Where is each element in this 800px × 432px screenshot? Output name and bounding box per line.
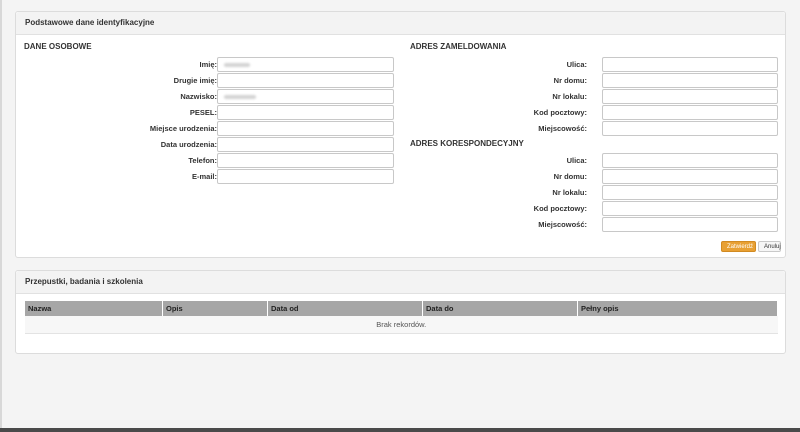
- field-row-reg-street: Ulica:: [416, 57, 778, 72]
- corr-house-label: Nr domu:: [553, 172, 587, 181]
- corr-house-input[interactable]: [602, 169, 778, 184]
- field-row-birth-place: Miejsce urodzenia:: [31, 121, 394, 136]
- field-row-reg-apartment: Nr lokalu:: [416, 89, 778, 104]
- corr-street-label: Ulica:: [566, 156, 587, 165]
- field-row-email: E-mail:: [31, 169, 394, 184]
- field-row-phone: Telefon:: [31, 153, 394, 168]
- cancel-button[interactable]: Anuluj: [758, 241, 781, 252]
- bottom-bar: [0, 428, 800, 432]
- corr-city-label: Miejscowość:: [538, 220, 587, 229]
- field-row-first-name: Imię:: [31, 57, 394, 72]
- reg-postal-input[interactable]: [602, 105, 778, 120]
- field-row-pesel: PESEL:: [31, 105, 394, 120]
- reg-street-label: Ulica:: [566, 60, 587, 69]
- field-row-corr-city: Miejscowość:: [416, 217, 778, 232]
- identity-panel: Podstawowe dane identyfikacyjne DANE OSO…: [15, 11, 786, 258]
- last-name-label: Nazwisko:: [180, 92, 217, 101]
- field-row-corr-postal: Kod pocztowy:: [416, 201, 778, 216]
- last-name-input[interactable]: [217, 89, 394, 104]
- field-row-birth-date: Data urodzenia:: [31, 137, 394, 152]
- phone-input[interactable]: [217, 153, 394, 168]
- reg-city-input[interactable]: [602, 121, 778, 136]
- blurred-value: [224, 63, 250, 67]
- corr-postal-label: Kod pocztowy:: [533, 204, 587, 213]
- column-header-date-from[interactable]: Data od: [267, 301, 423, 316]
- personal-data-heading: DANE OSOBOWE: [24, 42, 92, 51]
- table-header-row: Nazwa Opis Data od Data do Pełny opis: [25, 301, 778, 316]
- pesel-input[interactable]: [217, 105, 394, 120]
- corr-street-input[interactable]: [602, 153, 778, 168]
- identity-panel-title: Podstawowe dane identyfikacyjne: [16, 12, 785, 35]
- passes-panel-title: Przepustki, badania i szkolenia: [16, 271, 785, 294]
- phone-label: Telefon:: [188, 156, 217, 165]
- field-row-reg-house: Nr domu:: [416, 73, 778, 88]
- field-row-corr-house: Nr domu:: [416, 169, 778, 184]
- pesel-label: PESEL:: [189, 108, 217, 117]
- field-row-reg-postal: Kod pocztowy:: [416, 105, 778, 120]
- field-row-middle-name: Drugie imię:: [31, 73, 394, 88]
- field-row-last-name: Nazwisko:: [31, 89, 394, 104]
- birth-place-input[interactable]: [217, 121, 394, 136]
- email-input[interactable]: [217, 169, 394, 184]
- correspondence-address-heading: ADRES KORESPONDECYJNY: [410, 139, 524, 148]
- reg-house-input[interactable]: [602, 73, 778, 88]
- registered-address-heading: ADRES ZAMELDOWANIA: [410, 42, 507, 51]
- save-button[interactable]: Zatwierdź: [721, 241, 756, 252]
- email-label: E-mail:: [191, 172, 217, 181]
- window-left-edge: [0, 0, 2, 432]
- field-row-corr-apartment: Nr lokalu:: [416, 185, 778, 200]
- field-row-corr-street: Ulica:: [416, 153, 778, 168]
- birth-date-input[interactable]: [217, 137, 394, 152]
- reg-house-label: Nr domu:: [553, 76, 587, 85]
- birth-date-label: Data urodzenia:: [160, 140, 217, 149]
- column-header-name[interactable]: Nazwa: [25, 301, 163, 316]
- reg-apartment-label: Nr lokalu:: [552, 92, 587, 101]
- reg-city-label: Miejscowość:: [538, 124, 587, 133]
- reg-apartment-input[interactable]: [602, 89, 778, 104]
- column-header-full-description[interactable]: Pełny opis: [577, 301, 778, 316]
- empty-records-message: Brak rekordów.: [25, 316, 778, 334]
- reg-street-input[interactable]: [602, 57, 778, 72]
- middle-name-input[interactable]: [217, 73, 394, 88]
- column-header-description[interactable]: Opis: [162, 301, 268, 316]
- first-name-label: Imię:: [199, 60, 217, 69]
- column-header-date-to[interactable]: Data do: [422, 301, 578, 316]
- corr-postal-input[interactable]: [602, 201, 778, 216]
- middle-name-label: Drugie imię:: [173, 76, 217, 85]
- field-row-reg-city: Miejscowość:: [416, 121, 778, 136]
- birth-place-label: Miejsce urodzenia:: [149, 124, 217, 133]
- first-name-input[interactable]: [217, 57, 394, 72]
- table-row: Brak rekordów.: [25, 316, 778, 334]
- blurred-value: [224, 95, 256, 99]
- reg-postal-label: Kod pocztowy:: [533, 108, 587, 117]
- passes-panel: Przepustki, badania i szkolenia Nazwa Op…: [15, 270, 786, 354]
- corr-apartment-label: Nr lokalu:: [552, 188, 587, 197]
- corr-apartment-input[interactable]: [602, 185, 778, 200]
- corr-city-input[interactable]: [602, 217, 778, 232]
- records-table: Nazwa Opis Data od Data do Pełny opis Br…: [25, 301, 778, 334]
